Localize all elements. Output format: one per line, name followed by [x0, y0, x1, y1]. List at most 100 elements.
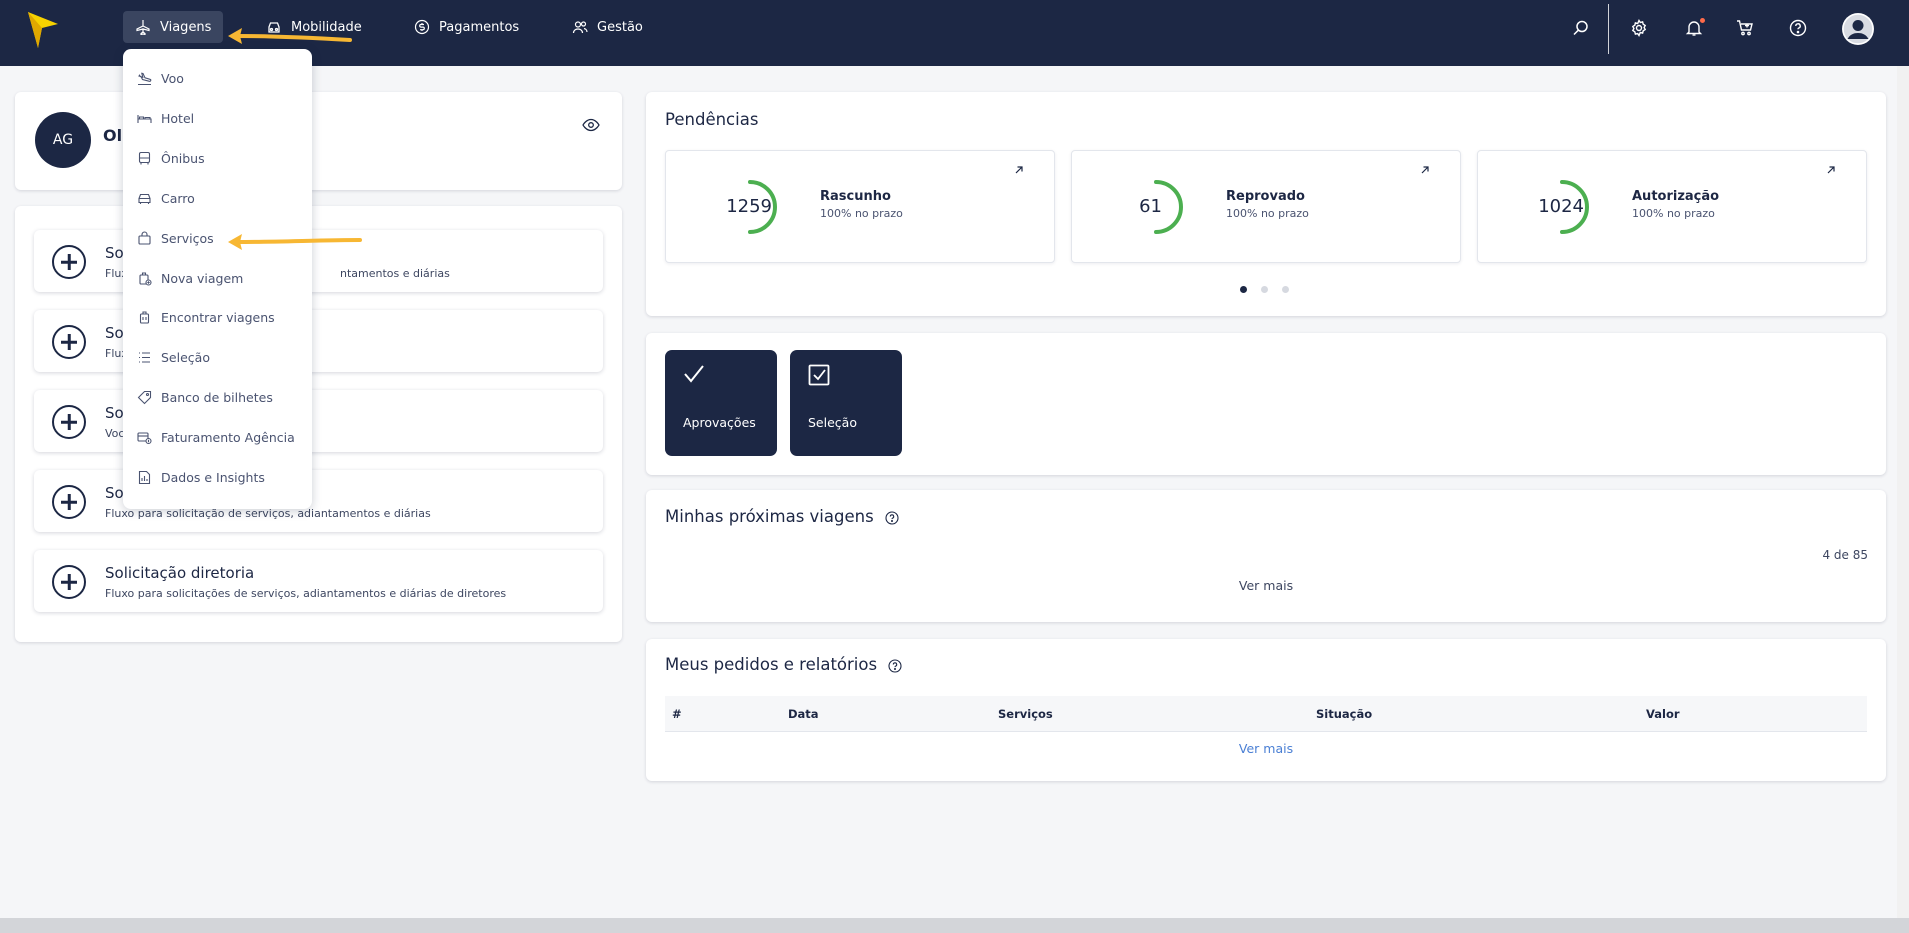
- carousel-dot[interactable]: [1240, 286, 1247, 293]
- carousel-dot[interactable]: [1282, 286, 1289, 293]
- pendencia-sub: 100% no prazo: [1226, 207, 1309, 220]
- horizontal-scrollbar[interactable]: [0, 918, 1909, 933]
- pendencias-card: Pendências 1259 Rascunho 100% no prazo 6…: [646, 92, 1886, 316]
- request-item[interactable]: So Fluxo para solicitação de serviços, a…: [34, 470, 603, 532]
- menu-item-label: Encontrar viagens: [161, 309, 275, 325]
- requests-card: So Flux ntamentos e diárias So Flux So V…: [15, 206, 622, 642]
- plus-circle-icon: [52, 325, 86, 359]
- column-header[interactable]: Situação: [1316, 707, 1372, 721]
- settings-button[interactable]: [1628, 17, 1650, 39]
- pendencia-autorizacao[interactable]: 1024 Autorização 100% no prazo: [1477, 150, 1867, 263]
- request-desc: Voc: [105, 427, 125, 440]
- plane-icon: [136, 20, 150, 35]
- menu-item-label: Hotel: [161, 110, 195, 126]
- actions-card: Aprovações Seleção: [646, 333, 1886, 475]
- ver-mais-link[interactable]: Ver mais: [646, 741, 1886, 756]
- pendencia-label: Autorização: [1632, 189, 1720, 204]
- menu-item-servicos[interactable]: Serviços: [137, 227, 214, 249]
- scrollbar[interactable]: [1897, 66, 1909, 918]
- bag-icon: [138, 230, 151, 245]
- menu-item-label: Faturamento Agência: [161, 429, 295, 445]
- nav-pagamentos-label: Pagamentos: [439, 19, 520, 35]
- users-icon: [572, 21, 588, 34]
- section-title: Meus pedidos e relatórios: [665, 655, 878, 674]
- nav-viagens[interactable]: Viagens: [123, 11, 224, 43]
- menu-item-label: Carro: [161, 190, 195, 206]
- notifications-button[interactable]: [1683, 17, 1705, 39]
- request-title: Solicitação diretoria: [105, 564, 255, 582]
- search-icon: [1573, 20, 1588, 36]
- nav-gestao[interactable]: Gestão: [560, 11, 655, 43]
- pendencia-value: 1259: [726, 196, 772, 217]
- orders-table-header: # Data Serviços Situação Valor: [665, 696, 1867, 732]
- help-icon[interactable]: [888, 658, 902, 673]
- help-icon: [1789, 19, 1807, 37]
- plane-landing-icon: [138, 72, 152, 85]
- ticket-icon: [137, 390, 152, 404]
- user-avatar[interactable]: [1842, 13, 1874, 45]
- search-button[interactable]: [1570, 17, 1592, 39]
- nav-divider: [1608, 4, 1609, 54]
- request-item[interactable]: So Voc: [34, 390, 603, 452]
- menu-item-onibus[interactable]: Ônibus: [137, 147, 205, 169]
- request-desc: Fluxo para solicitações de serviços, adi…: [105, 587, 507, 600]
- pendencia-reprovado[interactable]: 61 Reprovado 100% no prazo: [1071, 150, 1461, 263]
- menu-item-carro[interactable]: Carro: [137, 187, 195, 209]
- invoice-icon: [137, 431, 152, 444]
- checkbox-icon: [808, 364, 830, 386]
- help-icon[interactable]: [885, 510, 899, 525]
- external-link-icon[interactable]: [1420, 165, 1430, 175]
- carousel-dot[interactable]: [1261, 286, 1268, 293]
- profile-card: AG Ol: [15, 92, 622, 190]
- request-item[interactable]: Solicitação diretoria Fluxo para solicit…: [34, 550, 603, 612]
- menu-item-hotel[interactable]: Hotel: [137, 107, 194, 129]
- column-header[interactable]: #: [672, 707, 682, 721]
- menu-item-label: Seleção: [161, 349, 210, 365]
- external-link-icon[interactable]: [1826, 165, 1836, 175]
- greeting-text: Ol: [103, 126, 123, 145]
- menu-item-label: Nova viagem: [161, 270, 244, 286]
- menu-item-voo[interactable]: Voo: [137, 67, 184, 89]
- aprovacoes-label: Aprovações: [683, 415, 756, 430]
- selecao-label: Seleção: [808, 415, 857, 430]
- bus-icon: [138, 151, 151, 164]
- help-button[interactable]: [1787, 17, 1809, 39]
- column-header[interactable]: Serviços: [998, 707, 1053, 721]
- external-link-icon[interactable]: [1014, 165, 1024, 175]
- menu-item-label: Ônibus: [161, 150, 205, 166]
- luggage-plus-icon: [139, 271, 152, 286]
- nav-gestao-label: Gestão: [597, 19, 643, 35]
- luggage-icon: [139, 310, 150, 324]
- menu-item-dados-insights[interactable]: Dados e Insights: [137, 466, 265, 488]
- menu-item-selecao[interactable]: Seleção: [137, 346, 210, 368]
- pendencia-sub: 100% no prazo: [1632, 207, 1715, 220]
- dollar-icon: [414, 19, 430, 35]
- menu-item-banco-bilhetes[interactable]: Banco de bilhetes: [137, 386, 273, 408]
- pendencia-rascunho[interactable]: 1259 Rascunho 100% no prazo: [665, 150, 1055, 263]
- trips-card: Minhas próximas viagens 4 de 85 Ver mais: [646, 490, 1886, 622]
- check-icon: [684, 365, 704, 383]
- menu-item-label: Dados e Insights: [161, 469, 265, 485]
- notification-dot: [1700, 18, 1705, 23]
- nav-pagamentos[interactable]: Pagamentos: [402, 11, 531, 43]
- request-item[interactable]: So Flux: [34, 310, 603, 372]
- menu-item-encontrar-viagens[interactable]: Encontrar viagens: [137, 306, 275, 328]
- ver-mais-link[interactable]: Ver mais: [646, 578, 1886, 593]
- annotation-arrow: [228, 28, 352, 44]
- column-header[interactable]: Valor: [1646, 707, 1680, 721]
- menu-item-label: Voo: [161, 70, 184, 86]
- menu-item-faturamento-agencia[interactable]: Faturamento Agência: [137, 426, 295, 448]
- viagens-dropdown-menu: Voo Hotel Ônibus Carro Serviços Nova via…: [123, 49, 312, 509]
- plus-circle-icon: [52, 405, 86, 439]
- selecao-button[interactable]: Seleção: [790, 350, 902, 456]
- aprovacoes-button[interactable]: Aprovações: [665, 350, 777, 456]
- nav-viagens-label: Viagens: [160, 19, 212, 35]
- company-logo[interactable]: [28, 10, 58, 48]
- menu-item-nova-viagem[interactable]: Nova viagem: [137, 267, 243, 289]
- column-header[interactable]: Data: [788, 707, 819, 721]
- cart-button[interactable]: [1734, 17, 1756, 39]
- section-title: Pendências: [665, 110, 759, 129]
- menu-item-label: Serviços: [161, 230, 214, 246]
- request-desc-visible: ntamentos e diárias: [340, 267, 450, 280]
- eye-icon[interactable]: [582, 118, 600, 132]
